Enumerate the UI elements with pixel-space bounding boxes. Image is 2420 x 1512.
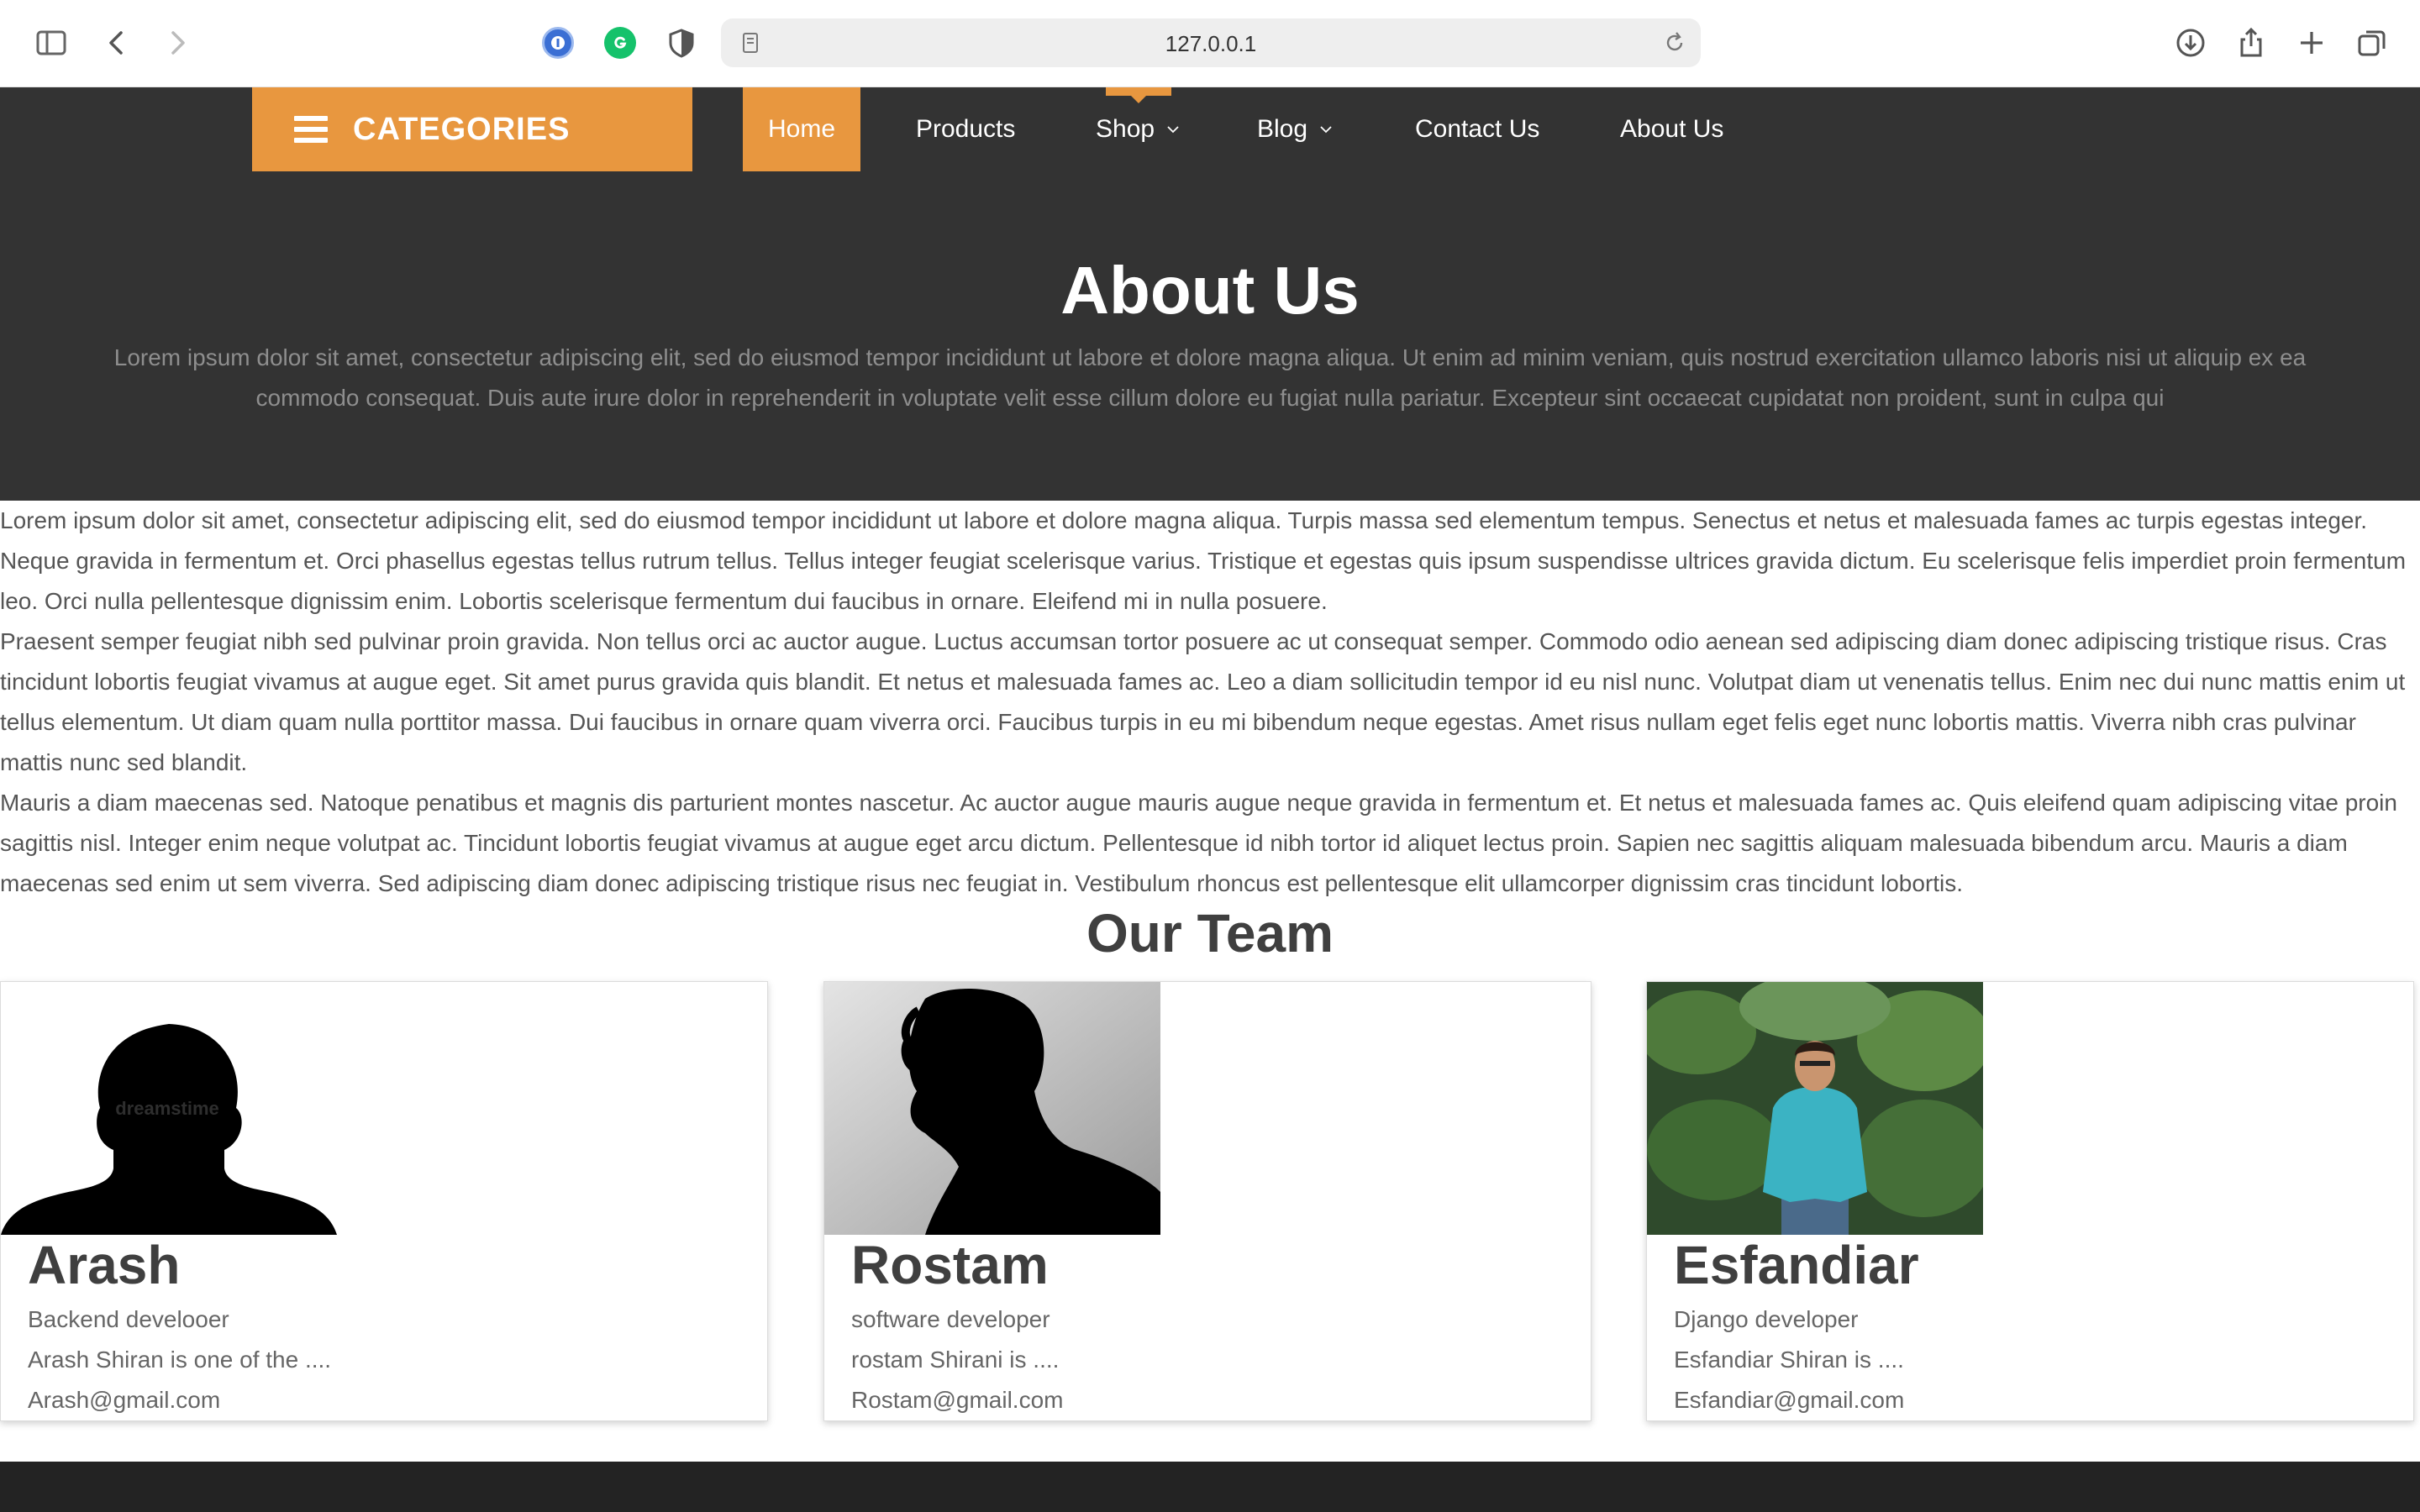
grammarly-icon[interactable] [604, 27, 636, 59]
chevron-down-icon [1320, 126, 1332, 134]
member-name: Arash [28, 1235, 181, 1295]
password-extension-icon[interactable] [542, 27, 574, 59]
paragraph: Praesent semper feugiat nibh sed pulvina… [0, 628, 2406, 775]
site-footer [0, 1462, 2420, 1512]
team-card: Esfandiar Django developer Esfandiar Shi… [1646, 981, 2414, 1421]
browser-toolbar: 127.0.0.1 [0, 0, 2420, 87]
nav-contact[interactable]: Contact Us [1415, 87, 1539, 171]
page-title: About Us [1060, 253, 1360, 328]
member-bio: rostam Shirani is .... [851, 1347, 1060, 1373]
nav-home-label: Home [767, 115, 836, 143]
about-content: Lorem ipsum dolor sit amet, consectetur … [0, 501, 2420, 904]
member-bio: Esfandiar Shiran is .... [1674, 1347, 1904, 1373]
hamburger-icon [294, 116, 328, 143]
member-photo [824, 982, 1160, 1235]
member-role: Django developer [1674, 1306, 1859, 1332]
site-header: CATEGORIES Home Products Shop Blog Conta… [0, 87, 2420, 501]
member-role: software developer [851, 1306, 1050, 1332]
nav-contact-label: Contact Us [1415, 115, 1540, 143]
member-name: Rostam [851, 1235, 1049, 1295]
member-email[interactable]: Arash@gmail.com [28, 1387, 220, 1414]
privacy-shield-icon[interactable] [659, 20, 704, 66]
member-bio: Arash Shiran is one of the .... [28, 1347, 332, 1373]
team-title: Our Team [1086, 903, 1334, 963]
address-bar[interactable]: 127.0.0.1 [721, 18, 1701, 67]
nav-about-label: About Us [1620, 115, 1724, 143]
member-role: Backend develooer [28, 1306, 229, 1332]
new-tab-icon[interactable] [2289, 20, 2334, 66]
hero-subtitle: Lorem ipsum dolor sit amet, consectetur … [113, 344, 2307, 411]
member-email[interactable]: Rostam@gmail.com [851, 1387, 1063, 1414]
nav-products-label: Products [916, 115, 1016, 143]
team-card: dreamstime Arash Backend develooer Arash… [0, 981, 768, 1421]
member-photo [1647, 982, 1983, 1235]
tab-overview-icon[interactable] [2349, 20, 2395, 66]
nav-shop-label: Shop [1096, 115, 1155, 143]
member-name: Esfandiar [1674, 1235, 1919, 1295]
nav-blog[interactable]: Blog [1257, 87, 1334, 171]
share-icon[interactable] [2228, 20, 2274, 66]
team-card: Rostam software developer rostam Shirani… [823, 981, 1591, 1421]
paragraph: Lorem ipsum dolor sit amet, consectetur … [0, 507, 2407, 614]
sidebar-icon[interactable] [29, 20, 74, 66]
nav-shop[interactable]: Shop [1096, 87, 1181, 171]
nav-home[interactable]: Home [743, 87, 860, 171]
nav-blog-label: Blog [1257, 115, 1308, 143]
reload-icon[interactable] [1662, 30, 1687, 55]
url-text: 127.0.0.1 [1165, 31, 1257, 56]
forward-icon[interactable] [155, 20, 200, 66]
nav-about[interactable]: About Us [1620, 87, 1723, 171]
download-icon[interactable] [2168, 20, 2213, 66]
back-icon[interactable] [94, 20, 139, 66]
member-photo: dreamstime [1, 982, 337, 1235]
paragraph: Mauris a diam maecenas sed. Natoque pena… [0, 790, 2397, 896]
nav-products[interactable]: Products [916, 87, 1015, 171]
photo-watermark: dreamstime [115, 1098, 219, 1119]
categories-label: CATEGORIES [353, 111, 571, 147]
categories-button[interactable]: CATEGORIES [252, 87, 692, 171]
chevron-down-icon [1167, 126, 1179, 134]
member-email[interactable]: Esfandiar@gmail.com [1674, 1387, 1904, 1414]
